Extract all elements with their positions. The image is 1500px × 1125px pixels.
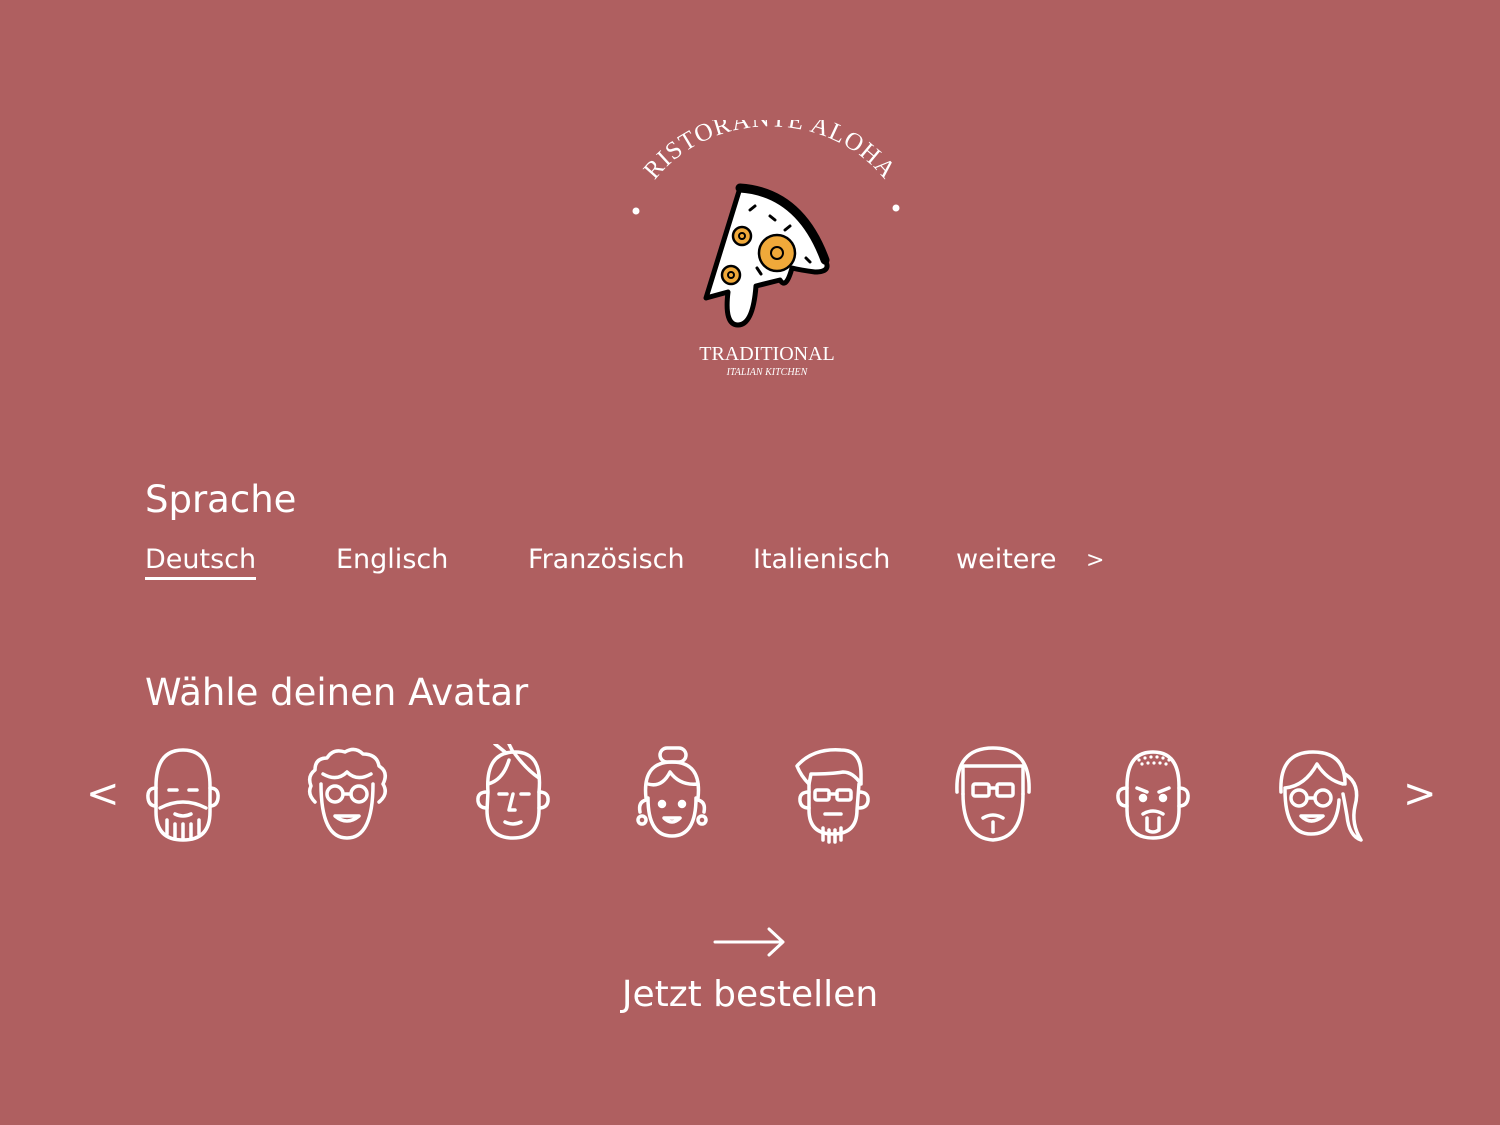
quiff-glasses-man-avatar-icon[interactable] xyxy=(783,744,883,844)
logo-tagline-line2: ITALIAN KITCHEN xyxy=(726,367,809,378)
ponytail-glasses-woman-avatar-icon[interactable] xyxy=(1265,744,1365,844)
bald-bearded-man-avatar-icon[interactable] xyxy=(133,744,233,844)
language-tab-italienisch[interactable]: Italienisch xyxy=(753,546,890,577)
language-tab-franzoesisch[interactable]: Französisch xyxy=(528,546,685,577)
logo-name-arc: RISTORANTE ALOHA xyxy=(639,120,902,184)
logo-graphic: RISTORANTE ALOHA TRADITIONAL ITALIAN KIT… xyxy=(632,120,902,378)
language-tab-englisch[interactable]: Englisch xyxy=(336,546,448,577)
order-now-label: Jetzt bestellen xyxy=(621,974,879,1015)
language-section-title: Sprache xyxy=(145,478,297,521)
language-tab-weitere[interactable]: weitere xyxy=(956,546,1057,577)
bowl-cut-glasses-man-avatar-icon[interactable] xyxy=(943,744,1043,844)
order-now-button[interactable]: Jetzt bestellen xyxy=(600,925,900,1045)
buzzcut-goatee-man-avatar-icon[interactable] xyxy=(1103,744,1203,844)
more-languages-arrow-icon[interactable]: > xyxy=(1086,550,1104,572)
curly-hair-glasses-avatar-icon[interactable] xyxy=(297,744,397,844)
avatar-section-title: Wähle deinen Avatar xyxy=(145,671,529,714)
side-part-man-avatar-icon[interactable] xyxy=(463,744,563,844)
restaurant-logo: RISTORANTE ALOHA TRADITIONAL ITALIAN KIT… xyxy=(610,120,920,390)
language-tab-deutsch[interactable]: Deutsch xyxy=(145,546,257,580)
logo-tagline-line1: TRADITIONAL xyxy=(699,343,835,365)
avatar-next-arrow-icon[interactable]: > xyxy=(1403,774,1437,814)
arrow-right-icon xyxy=(713,927,785,957)
hair-bun-woman-avatar-icon[interactable] xyxy=(622,744,722,844)
avatar-prev-arrow-icon[interactable]: < xyxy=(86,774,120,814)
